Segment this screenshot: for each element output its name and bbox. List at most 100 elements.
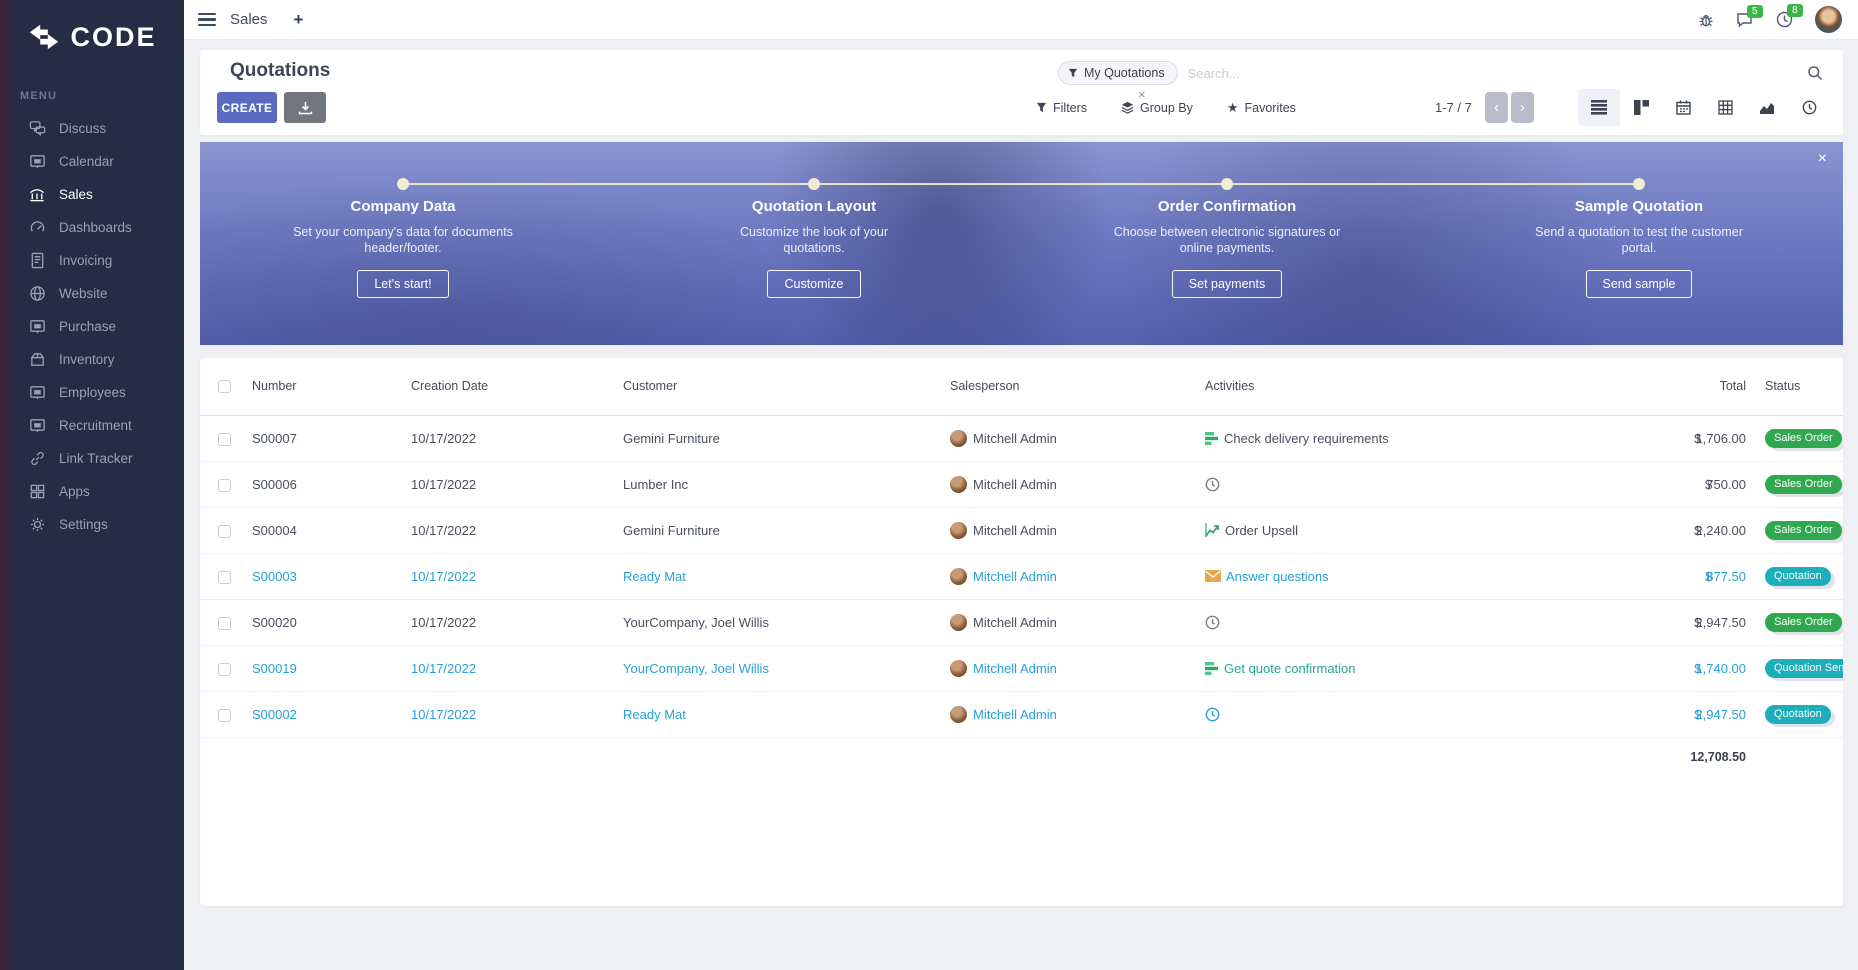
table-row[interactable]: S00020 10/17/2022 YourCompany, Joel Will…: [200, 599, 1843, 645]
column-header-activities[interactable]: Activities: [1205, 358, 1550, 415]
screen-icon: [28, 384, 46, 402]
table-row[interactable]: S00019 10/17/2022 YourCompany, Joel Will…: [200, 645, 1843, 691]
import-button[interactable]: [284, 92, 326, 123]
sidebar-item-website[interactable]: Website: [0, 277, 184, 310]
set-payments-button[interactable]: Set payments: [1172, 270, 1282, 298]
activity-cell: [1205, 461, 1550, 507]
new-tab-plus-button[interactable]: +: [294, 10, 304, 30]
total-cell: $750.00: [1550, 461, 1750, 507]
kanban-view-icon: [1634, 100, 1649, 115]
column-header-creation-date[interactable]: Creation Date: [411, 358, 623, 415]
customer-cell: Ready Mat: [623, 553, 950, 599]
total-cell: $877.50: [1550, 553, 1750, 599]
status-badge: Quotation: [1765, 705, 1831, 724]
screen-icon: [28, 318, 46, 336]
sidebar-item-invoicing[interactable]: Invoicing: [0, 244, 184, 277]
banner-close-button[interactable]: ×: [1818, 150, 1827, 168]
calendar-view-button[interactable]: [1662, 89, 1704, 126]
sidebar-item-label: Settings: [59, 517, 108, 532]
column-header-status[interactable]: Status: [1750, 358, 1843, 415]
row-checkbox[interactable]: [218, 525, 231, 538]
activity-view-button[interactable]: [1788, 89, 1830, 126]
chat-bubbles-icon: [28, 120, 46, 138]
status-badge: Sales Order: [1765, 521, 1842, 540]
activity-clock-icon[interactable]: 8: [1776, 11, 1793, 28]
row-checkbox[interactable]: [218, 479, 231, 492]
creation-date-cell: 10/17/2022: [411, 599, 623, 645]
search-icon[interactable]: [1807, 65, 1823, 81]
customize-button[interactable]: Customize: [767, 270, 860, 298]
pager-range: 1-7 / 7: [1435, 100, 1472, 115]
row-checkbox[interactable]: [218, 433, 231, 446]
kanban-view-button[interactable]: [1620, 89, 1662, 126]
sidebar-item-sales[interactable]: Sales: [0, 178, 184, 211]
creation-date-cell: 10/17/2022: [411, 461, 623, 507]
user-avatar[interactable]: [1815, 6, 1842, 33]
sidebar-item-calendar[interactable]: Calendar: [0, 145, 184, 178]
row-checkbox[interactable]: [218, 663, 231, 676]
step-title: Company Data: [253, 198, 553, 215]
app-logo[interactable]: CODE: [0, 0, 184, 74]
status-cell: Quotation Sent: [1750, 645, 1843, 691]
hamburger-menu-icon[interactable]: [198, 10, 216, 30]
row-checkbox[interactable]: [218, 617, 231, 630]
row-checkbox[interactable]: [218, 571, 231, 584]
table-row[interactable]: S00007 10/17/2022 Gemini Furniture Mitch…: [200, 415, 1843, 461]
column-header-total[interactable]: Total: [1550, 358, 1750, 415]
column-header-customer[interactable]: Customer: [623, 358, 950, 415]
lets-start-button[interactable]: Let's start!: [357, 270, 448, 298]
timeline-dot: [397, 178, 409, 190]
favorites-button[interactable]: ★ Favorites: [1227, 101, 1296, 115]
salesperson-avatar: [950, 660, 967, 677]
search-input[interactable]: [1178, 66, 1807, 81]
step-description: Send a quotation to test the customer po…: [1534, 224, 1744, 256]
row-checkbox[interactable]: [218, 709, 231, 722]
send-sample-button[interactable]: Send sample: [1586, 270, 1693, 298]
pager-previous-button[interactable]: ‹: [1485, 92, 1508, 123]
sidebar-item-inventory[interactable]: Inventory: [0, 343, 184, 376]
activity-cell: Answer questions: [1205, 553, 1550, 599]
calendar-view-icon: [1676, 100, 1691, 115]
current-app-name[interactable]: Sales: [230, 11, 268, 28]
select-all-checkbox[interactable]: [218, 380, 231, 393]
screen-icon: [28, 153, 46, 171]
messages-count-badge: 5: [1747, 5, 1763, 18]
sidebar-item-dashboards[interactable]: Dashboards: [0, 211, 184, 244]
control-panel: Quotations CREATE My Quotations × Filter…: [200, 50, 1843, 135]
sidebar: CODE MENU Discuss Calendar Sales Dashboa…: [0, 0, 184, 970]
total-cell: $2,947.50: [1550, 691, 1750, 737]
table-row[interactable]: S00003 10/17/2022 Ready Mat Mitchell Adm…: [200, 553, 1843, 599]
sidebar-item-label: Recruitment: [59, 418, 132, 433]
group-by-button[interactable]: Group By: [1121, 101, 1193, 115]
table-row[interactable]: S00006 10/17/2022 Lumber Inc Mitchell Ad…: [200, 461, 1843, 507]
sidebar-item-apps[interactable]: Apps: [0, 475, 184, 508]
filters-button[interactable]: Filters: [1036, 101, 1087, 115]
timeline-dot: [1221, 178, 1233, 190]
pager-next-button[interactable]: ›: [1511, 92, 1534, 123]
create-button[interactable]: CREATE: [217, 92, 277, 123]
messages-icon[interactable]: 5: [1736, 12, 1754, 28]
total-cell: $2,240.00: [1550, 507, 1750, 553]
creation-date-cell: 10/17/2022: [411, 415, 623, 461]
table-row[interactable]: S00002 10/17/2022 Ready Mat Mitchell Adm…: [200, 691, 1843, 737]
invoice-document-icon: [28, 252, 46, 270]
sidebar-item-link-tracker[interactable]: Link Tracker: [0, 442, 184, 475]
list-view-button[interactable]: [1578, 89, 1620, 126]
column-header-salesperson[interactable]: Salesperson: [950, 358, 1205, 415]
graph-view-button[interactable]: [1746, 89, 1788, 126]
sidebar-item-purchase[interactable]: Purchase: [0, 310, 184, 343]
sidebar-item-discuss[interactable]: Discuss: [0, 112, 184, 145]
number-cell: S00004: [252, 507, 411, 553]
table-row[interactable]: S00004 10/17/2022 Gemini Furniture Mitch…: [200, 507, 1843, 553]
column-header-number[interactable]: Number: [252, 358, 411, 415]
debug-bug-icon[interactable]: [1698, 12, 1714, 28]
sidebar-item-label: Discuss: [59, 121, 106, 136]
sidebar-item-settings[interactable]: Settings: [0, 508, 184, 541]
status-cell: Quotation: [1750, 553, 1843, 599]
onboarding-step-sample-quotation: Sample Quotation Send a quotation to tes…: [1489, 198, 1789, 298]
onboarding-step-order-confirmation: Order Confirmation Choose between electr…: [1077, 198, 1377, 298]
sidebar-item-employees[interactable]: Employees: [0, 376, 184, 409]
pivot-view-button[interactable]: [1704, 89, 1746, 126]
sidebar-item-label: Employees: [59, 385, 126, 400]
sidebar-item-recruitment[interactable]: Recruitment: [0, 409, 184, 442]
